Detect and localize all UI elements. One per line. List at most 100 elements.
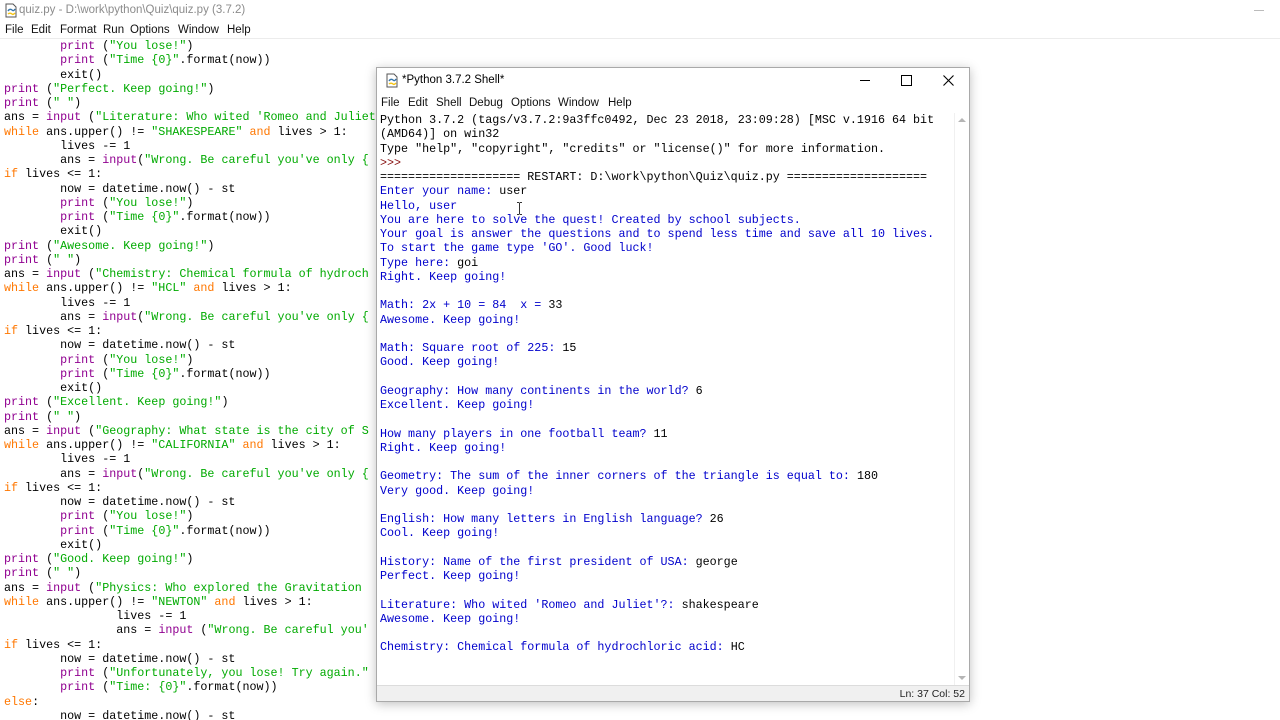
code-token: "Physics: Who explored the Gravitation <box>95 580 369 595</box>
code-line: exit() <box>4 538 376 552</box>
scroll-up-icon[interactable] <box>958 118 966 122</box>
code-line: now = datetime.now() - st <box>4 709 376 720</box>
code-token: print <box>60 366 96 381</box>
code-token: 26 <box>709 512 724 526</box>
code-token: if <box>4 637 19 652</box>
shell-line <box>380 498 952 512</box>
code-token: ( <box>95 352 110 367</box>
code-token: Python 3.7.2 (tags/v3.7.2:9a3ffc0492, De… <box>380 113 935 127</box>
code-token: print <box>60 210 96 224</box>
code-line: ans = input("Wrong. Be careful you've on… <box>4 310 376 324</box>
code-token: English: How many letters in English lan… <box>380 512 710 526</box>
code-editor-text-area[interactable]: print ("You lose!") print ("Time {0}".fo… <box>4 39 376 720</box>
code-token: Hello, user <box>380 198 458 213</box>
code-token: "You lose!" <box>109 195 187 210</box>
shell-menu-window[interactable]: Window <box>558 97 599 109</box>
code-token: Chemistry: Chemical formula of hydrochlo… <box>380 640 731 655</box>
code-token: "You lose!" <box>109 509 187 524</box>
code-token: ans.upper() != <box>39 594 152 609</box>
code-token: lives > 1: <box>263 438 341 452</box>
code-token: "Excellent. Keep going!" <box>53 395 222 410</box>
code-token: ans = <box>60 153 103 167</box>
code-token: "Time {0}" <box>109 210 180 224</box>
editor-menu-format[interactable]: Format <box>60 24 96 36</box>
code-token: exit() <box>60 537 103 552</box>
shell-line: Perfect. Keep going! <box>380 569 952 583</box>
code-token: "Unfortunately, you lose! Try again." <box>109 666 369 680</box>
shell-menu-help[interactable]: Help <box>608 97 632 109</box>
code-line: print (" ") <box>4 253 376 267</box>
code-line: print (" ") <box>4 566 376 580</box>
shell-line: Enter your name: user <box>380 184 952 198</box>
code-token: and <box>214 594 236 609</box>
shell-line: To start the game type 'GO'. Good luck! <box>380 241 952 255</box>
editor-menu-edit[interactable]: Edit <box>31 24 51 36</box>
shell-line: >>> <box>380 156 952 170</box>
code-token: input <box>102 153 138 167</box>
code-token: "HCL" <box>151 281 187 296</box>
code-token: Type here: <box>380 255 458 270</box>
code-token: History: Name of the first president of … <box>380 554 696 569</box>
code-token: ( <box>81 267 96 281</box>
code-token: now = datetime.now() - st <box>60 181 236 196</box>
code-token: "SHAKESPEARE" <box>151 124 243 139</box>
code-line: lives -= 1 <box>4 609 376 623</box>
code-line: if lives <= 1: <box>4 167 376 181</box>
code-line: ans = input("Wrong. Be careful you've on… <box>4 153 376 167</box>
maximize-button[interactable] <box>885 68 927 94</box>
shell-line: Geography: How many continents in the wo… <box>380 384 952 398</box>
shell-menu-debug[interactable]: Debug <box>469 97 503 109</box>
editor-menu-run[interactable]: Run <box>103 24 124 36</box>
code-token: "Wrong. Be careful you've only { <box>144 466 369 481</box>
code-token: ( <box>95 210 110 224</box>
shell-output-area[interactable]: Python 3.7.2 (tags/v3.7.2:9a3ffc0492, De… <box>380 113 952 685</box>
shell-menu-file[interactable]: File <box>381 97 400 109</box>
editor-menu-help[interactable]: Help <box>227 24 251 36</box>
code-token: george <box>695 554 738 569</box>
code-token: print <box>4 409 40 424</box>
editor-menu-window[interactable]: Window <box>178 24 219 36</box>
close-button[interactable] <box>927 68 969 94</box>
code-token: else <box>4 694 33 709</box>
editor-menu-file[interactable]: File <box>5 24 24 36</box>
code-token: 15 <box>562 341 577 355</box>
code-token: ans = <box>4 267 47 281</box>
code-token: lives <= 1: <box>18 480 103 495</box>
code-token: ans.upper() != <box>39 438 152 452</box>
code-token: ) <box>74 566 82 581</box>
code-token: "Geography: What state is the city of S <box>95 423 369 438</box>
code-token: if <box>4 480 19 495</box>
code-token: print <box>4 395 40 410</box>
shell-title-bar[interactable]: *Python 3.7.2 Shell* <box>377 68 969 94</box>
idle-shell-icon <box>386 73 398 88</box>
minimize-button[interactable] <box>845 68 887 94</box>
shell-line <box>380 412 952 426</box>
code-token: .format(now)) <box>179 523 271 538</box>
code-token: while <box>4 594 40 609</box>
code-token: ans.upper() != <box>39 281 152 296</box>
code-line: now = datetime.now() - st <box>4 652 376 666</box>
shell-menu-options[interactable]: Options <box>511 97 551 109</box>
shell-window-title: *Python 3.7.2 Shell* <box>402 74 505 86</box>
editor-minimize-button[interactable] <box>1254 10 1264 11</box>
shell-vertical-scrollbar[interactable] <box>954 113 969 685</box>
code-line: print ("Time {0}".format(now)) <box>4 53 376 67</box>
shell-menu-edit[interactable]: Edit <box>408 97 428 109</box>
code-token: input <box>102 309 138 324</box>
code-token: and <box>193 281 215 296</box>
scroll-down-icon[interactable] <box>958 676 966 680</box>
editor-menu-options[interactable]: Options <box>130 24 170 36</box>
code-line: print ("Excellent. Keep going!") <box>4 395 376 409</box>
shell-menu-shell[interactable]: Shell <box>436 97 462 109</box>
code-token: : <box>32 694 40 709</box>
code-token: "Time {0}" <box>109 53 180 68</box>
